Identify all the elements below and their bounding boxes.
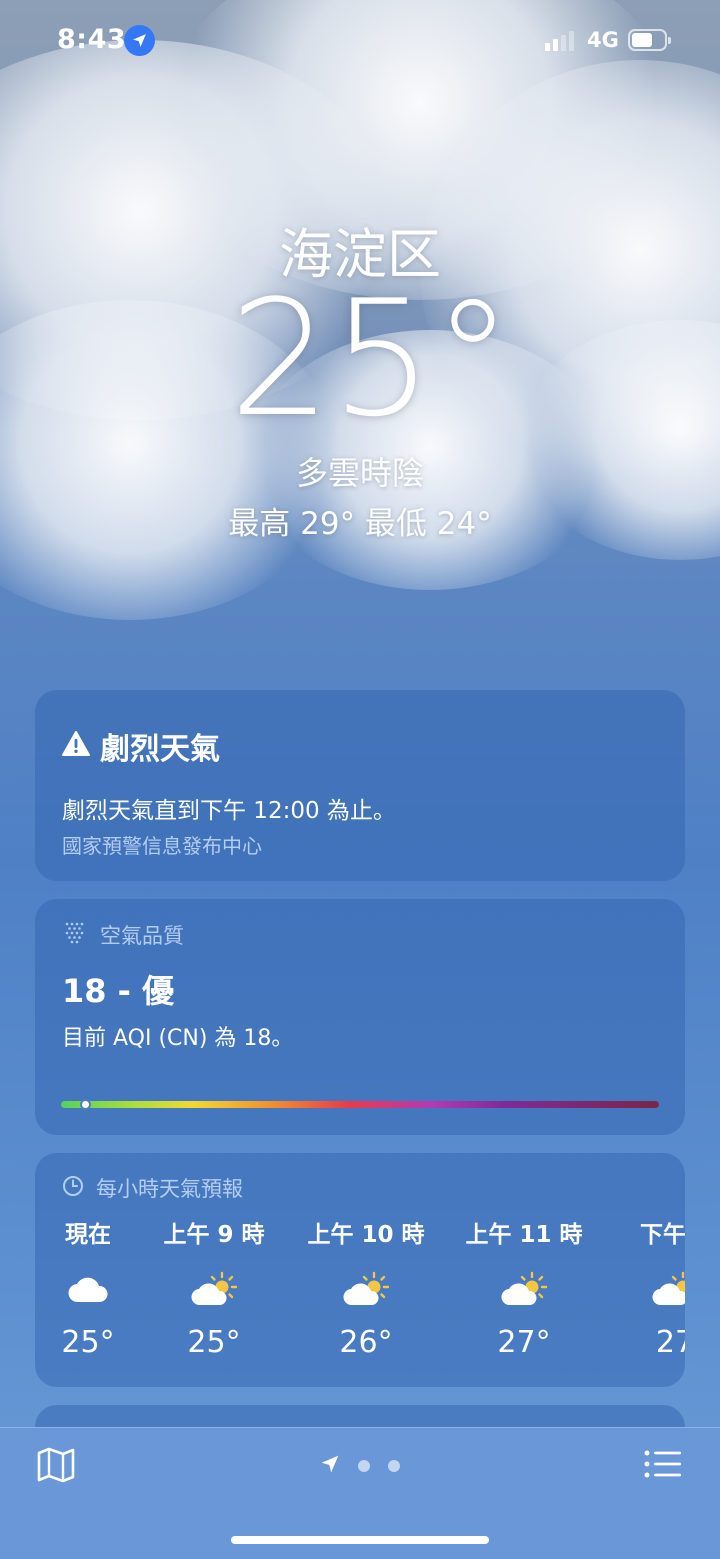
air-quality-label: 空氣品質 (100, 923, 184, 948)
alert-text: 劇烈天氣直到下午 12:00 為止。 (62, 798, 396, 824)
status-bar: 8:43 4G (0, 0, 720, 84)
hourly-temperature: 26° (339, 1325, 393, 1360)
home-indicator (231, 1536, 489, 1544)
air-quality-description: 目前 AQI (CN) 為 18。 (62, 1026, 294, 1051)
hourly-item: 現在 25° (35, 1215, 158, 1360)
hourly-time: 上午 9 時 (163, 1222, 265, 1248)
partly-sunny-icon (605, 1263, 685, 1315)
network-type: 4G (587, 28, 619, 52)
hourly-item: 上午 9 時 25° (144, 1215, 284, 1360)
hourly-temperature: 27° (497, 1325, 551, 1360)
hourly-temperature: 27 (655, 1325, 685, 1360)
location-arrow-icon (320, 1454, 340, 1478)
air-quality-level-marker (79, 1099, 91, 1110)
severe-weather-card[interactable]: 劇烈天氣 劇烈天氣直到下午 12:00 為止。 國家預警信息發布中心 (35, 690, 685, 881)
air-quality-header: 空氣品質 (62, 919, 184, 950)
location-services-icon (124, 25, 155, 56)
list-icon[interactable] (643, 1448, 683, 1484)
partly-sunny-icon (296, 1263, 436, 1315)
hourly-time: 上午 11 時 (465, 1222, 583, 1248)
hourly-item: 上午 11 時 27° (454, 1215, 594, 1360)
current-temperature: 25° (229, 265, 513, 452)
air-quality-card[interactable]: 空氣品質 18 - 優 目前 AQI (CN) 為 18。 (35, 899, 685, 1135)
partly-sunny-icon (454, 1263, 594, 1315)
hourly-time: 上午 10 時 (307, 1222, 425, 1248)
partly-sunny-icon (144, 1263, 284, 1315)
alert-header: 劇烈天氣 (62, 724, 220, 768)
air-quality-value: 18 - 優 (62, 972, 175, 1010)
air-quality-scale-bar (61, 1099, 659, 1110)
hourly-time: 下午 1 (639, 1222, 685, 1248)
clock-icon (62, 1175, 84, 1202)
page-indicator[interactable] (320, 1454, 400, 1478)
hourly-item: 下午 1 27 (605, 1215, 685, 1360)
hourly-temperature: 25° (187, 1325, 241, 1360)
high-low-temperature: 最高 29° 最低 24° (228, 506, 492, 542)
warning-triangle-icon (62, 731, 90, 761)
hourly-forecast-header: 每小時天氣預報 (62, 1173, 243, 1203)
hourly-forecast-card[interactable]: 每小時天氣預報 現在 25° 上午 9 時 25° 上午 10 時 26° 上午… (35, 1153, 685, 1387)
air-dots-icon (62, 919, 88, 950)
alert-title: 劇烈天氣 (100, 732, 220, 767)
bottom-toolbar (0, 1427, 720, 1559)
status-time: 8:43 (57, 24, 127, 55)
page-dot[interactable] (388, 1460, 400, 1472)
current-condition: 多雲時陰 (295, 454, 424, 492)
hourly-forecast-label: 每小時天氣預報 (96, 1177, 243, 1201)
cloud-icon (35, 1263, 158, 1315)
map-icon[interactable] (36, 1446, 76, 1488)
hourly-time: 現在 (65, 1222, 111, 1248)
alert-source-link[interactable]: 國家預警信息發布中心 (62, 830, 262, 859)
hourly-item: 上午 10 時 26° (296, 1215, 436, 1360)
battery-icon (628, 29, 671, 51)
hourly-temperature: 25° (61, 1325, 115, 1360)
page-dot[interactable] (358, 1460, 370, 1472)
